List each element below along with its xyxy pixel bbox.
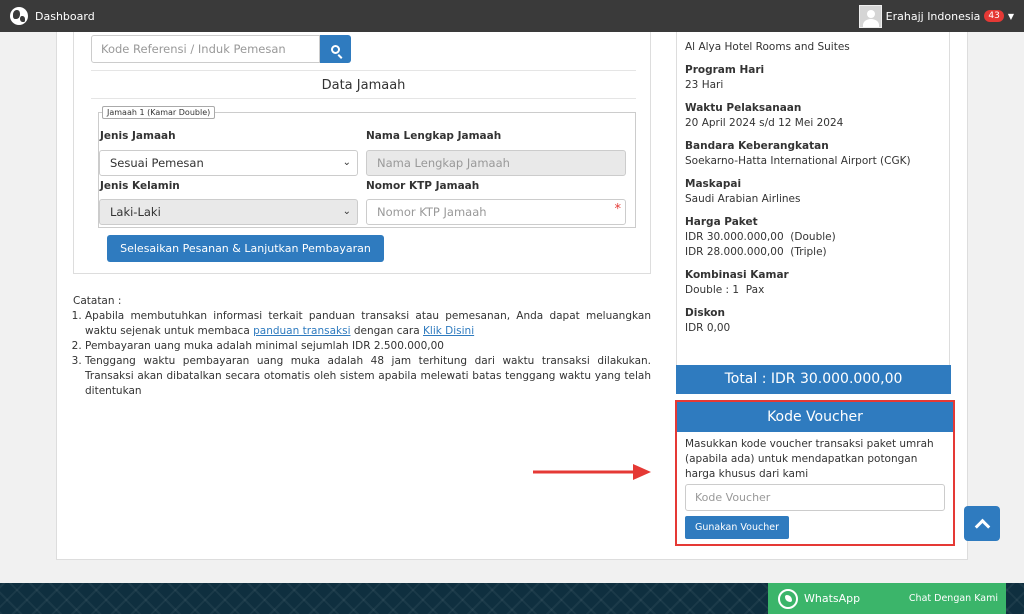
nama-input[interactable]: Nama Lengkap Jamaah [366,150,626,176]
top-navbar: Dashboard Erahajj Indonesia 43 ▼ [0,0,1024,32]
harga-triple: IDR 28.000.000,00 (Triple) [685,246,827,258]
program-value: 23 Hari [685,79,724,91]
whatsapp-label: WhatsApp [804,592,861,605]
fieldset-legend: Jamaah 1 (Kamar Double) [102,106,216,119]
kombinasi-label: Kombinasi Kamar [685,269,789,281]
notification-badge: 43 [984,10,1004,22]
jenis-jamaah-value: Sesuai Pemesan [110,156,204,170]
voucher-input[interactable]: Kode Voucher [685,484,945,511]
maskapai-value: Saudi Arabian Airlines [685,193,801,205]
summary-item: Program Hari 23 Hari [685,63,941,93]
apply-voucher-button[interactable]: Gunakan Voucher [685,516,789,539]
search-input[interactable]: Kode Referensi / Induk Pemesan [91,35,320,63]
search-button[interactable] [320,35,351,63]
note-text: dengan cara [350,325,424,337]
summary-item: Waktu Pelaksanaan 20 April 2024 s/d 12 M… [685,101,941,131]
bandara-label: Bandara Keberangkatan [685,140,829,152]
bandara-value: Soekarno-Hatta International Airport (CG… [685,155,911,167]
list-item: Tenggang waktu pembayaran uang muka adal… [85,354,651,399]
chevron-down-icon: ⌄ [342,157,351,168]
program-label: Program Hari [685,64,765,76]
main-card: Kode Referensi / Induk Pemesan Data Jama… [56,32,968,560]
caret-down-icon: ▼ [1007,11,1014,21]
ktp-input[interactable]: Nomor KTP Jamaah * [366,199,626,225]
summary-item: Maskapai Saudi Arabian Airlines [685,177,941,207]
list-item: Apabila membutuhkan informasi terkait pa… [85,309,651,339]
divider [91,98,636,99]
required-asterisk: * [614,202,622,217]
jenis-kelamin-label: Jenis Kelamin [100,180,180,192]
submit-order-button[interactable]: Selesaikan Pesanan & Lanjutkan Pembayara… [107,235,384,262]
guide-link[interactable]: panduan transaksi [253,325,350,337]
jenis-jamaah-select[interactable]: Sesuai Pemesan ⌄ [99,150,358,176]
dashboard-title: Dashboard [35,9,95,23]
list-item: Pembayaran uang muka adalah minimal seju… [85,339,651,354]
whatsapp-chat-button[interactable]: WhatsApp Chat Dengan Kami [768,583,1006,614]
summary-item: Diskon IDR 0,00 [685,306,941,336]
whatsapp-icon [778,588,798,609]
jenis-kelamin-select[interactable]: Laki-Laki ⌄ [99,199,358,225]
jamaah-fieldset: Jamaah 1 (Kamar Double) Jenis Jamaah Ses… [98,106,636,228]
dashboard-link[interactable]: Dashboard [10,7,95,25]
harga-double: IDR 30.000.000,00 (Double) [685,231,836,243]
jenis-kelamin-value: Laki-Laki [110,205,161,219]
voucher-title: Kode Voucher [677,402,953,432]
summary-item: Kombinasi Kamar Double : 1 Pax [685,268,941,298]
diskon-value: IDR 0,00 [685,322,731,334]
total-price: Total : IDR 30.000.000,00 [676,365,951,394]
summary-item: Harga Paket IDR 30.000.000,00 (Double) I… [685,215,941,260]
harga-label: Harga Paket [685,216,758,228]
chat-label: Chat Dengan Kami [908,593,998,604]
avatar [858,4,882,28]
form-panel: Kode Referensi / Induk Pemesan Data Jama… [73,32,651,274]
notes-title: Catatan : [73,295,122,307]
scroll-to-top-button[interactable] [964,506,1000,541]
notes-list: Apabila membutuhkan informasi terkait pa… [85,309,651,399]
search-icon [331,44,340,54]
waktu-label: Waktu Pelaksanaan [685,102,802,114]
ktp-placeholder: Nomor KTP Jamaah [377,205,487,219]
diskon-label: Diskon [685,307,725,319]
notes-section: Catatan : Apabila membutuhkan informasi … [73,294,651,399]
nama-label: Nama Lengkap Jamaah [366,130,502,142]
section-title: Data Jamaah [321,78,406,93]
user-menu[interactable]: Erahajj Indonesia 43 ▼ [858,4,1014,28]
click-here-link[interactable]: Klik Disini [423,325,474,337]
chevron-up-icon [974,518,990,534]
voucher-description: Masukkan kode voucher transaksi paket um… [685,438,934,480]
waktu-value: 20 April 2024 s/d 12 Mei 2024 [685,117,844,129]
divider [91,70,636,71]
voucher-box: Kode Voucher Masukkan kode voucher trans… [675,400,955,546]
arrow-right-icon [533,464,651,480]
ktp-label: Nomor KTP Jamaah [366,180,480,192]
hotel-name: Al Alya Hotel Rooms and Suites [685,41,850,53]
maskapai-label: Maskapai [685,178,742,190]
user-name: Erahajj Indonesia [885,9,981,23]
globe-icon [10,7,28,25]
kombinasi-value: Double : 1 Pax [685,284,765,296]
whatsapp-brand: WhatsApp [778,588,861,609]
nama-placeholder: Nama Lengkap Jamaah [377,156,510,170]
summary-item: Bandara Keberangkatan Soekarno-Hatta Int… [685,139,941,169]
jenis-jamaah-label: Jenis Jamaah [100,130,176,142]
package-summary: Al Alya Hotel Rooms and Suites Program H… [676,32,950,392]
chevron-down-icon: ⌄ [342,206,351,217]
